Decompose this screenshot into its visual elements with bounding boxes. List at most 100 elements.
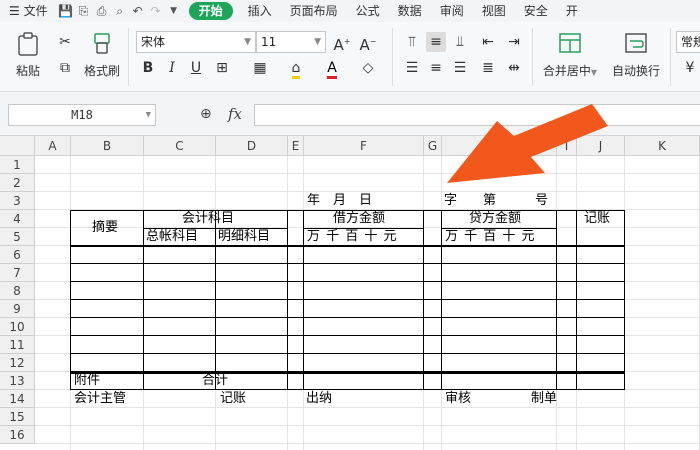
decrease-font-icon[interactable]: A−	[358, 32, 378, 54]
ribbon-toolbar: 粘贴 ✂ ⧉ 格式刷 宋体 ▼ 11 ▼ A+ A− B I U ⊞ ▦ ⌂ A ◇…	[0, 22, 700, 92]
export-icon[interactable]: ⎘	[75, 4, 93, 19]
row-header-5[interactable]: 5	[0, 228, 35, 246]
row-header-13[interactable]: 13	[0, 372, 35, 390]
voucher-attachments: 附件	[74, 373, 101, 388]
tab-formulas[interactable]: 公式	[347, 0, 389, 22]
row-header-7[interactable]: 7	[0, 264, 35, 282]
chevron-down-icon[interactable]: ▼	[165, 6, 183, 16]
chevron-down-icon: ▼	[590, 68, 598, 77]
row-header-8[interactable]: 8	[0, 282, 35, 300]
voucher-posting: 记账	[584, 211, 611, 226]
paste-button[interactable]: 粘贴	[10, 32, 46, 84]
table-border	[71, 353, 625, 354]
row-header-11[interactable]: 11	[0, 336, 35, 354]
tab-home[interactable]: 开始	[188, 2, 233, 20]
tab-insert[interactable]: 插入	[239, 0, 281, 22]
column-header-i[interactable]: I	[557, 136, 577, 156]
voucher-detail-account: 明细科目	[218, 229, 271, 244]
print-icon[interactable]: ⎙	[93, 4, 111, 19]
file-menu[interactable]: ☰ 文件	[0, 0, 57, 22]
increase-indent-icon[interactable]: ⇥	[504, 32, 524, 52]
tab-page-layout[interactable]: 页面布局	[281, 0, 347, 22]
voucher-total: 合计	[202, 373, 229, 388]
column-header-e[interactable]: E	[288, 136, 304, 156]
voucher-chief-accountant: 会计主管	[74, 391, 127, 406]
underline-icon[interactable]: U	[186, 58, 206, 78]
tab-overflow[interactable]: 开	[557, 0, 587, 22]
italic-icon[interactable]: I	[162, 58, 182, 78]
row-header-2[interactable]: 2	[0, 174, 35, 192]
align-left-icon[interactable]: ☰	[402, 58, 422, 78]
tab-security[interactable]: 安全	[515, 0, 557, 22]
save-icon[interactable]: 💾	[57, 4, 75, 18]
bold-icon[interactable]: B	[138, 58, 158, 78]
decrease-indent-icon[interactable]: ⇤	[478, 32, 498, 52]
redo-icon[interactable]: ↷	[147, 4, 165, 18]
table-border	[303, 210, 304, 390]
function-icon[interactable]: fx	[228, 105, 242, 123]
tab-view[interactable]: 视图	[473, 0, 515, 22]
font-name-select[interactable]: 宋体 ▼	[136, 31, 256, 53]
format-painter-button[interactable]: 格式刷	[82, 32, 122, 84]
table-border	[556, 210, 557, 390]
voucher-bookkeeper: 记账	[220, 391, 247, 406]
print-preview-icon[interactable]: ⌕	[111, 4, 129, 19]
column-header-f[interactable]: F	[304, 136, 424, 156]
row-header-6[interactable]: 6	[0, 246, 35, 264]
voucher-date-line: 年 月 日	[307, 193, 373, 208]
row-header-4[interactable]: 4	[0, 210, 35, 228]
table-border	[423, 210, 424, 390]
copy-icon[interactable]: ⧉	[55, 58, 75, 78]
formula-input[interactable]	[254, 104, 700, 126]
clipboard-icon	[18, 32, 38, 56]
select-all-corner[interactable]	[0, 136, 35, 156]
spreadsheet-grid[interactable]: A B C D E F G H I J K 1 2 3 4 5 6 7 8 9 10 11 12 13 14 15 16 年 月 日字…	[0, 136, 700, 450]
column-header-c[interactable]: C	[144, 136, 216, 156]
column-header-a[interactable]: A	[35, 136, 71, 156]
borders-icon[interactable]: ⊞	[212, 58, 232, 78]
undo-icon[interactable]: ↶	[129, 4, 147, 18]
number-format-select[interactable]: 常规	[676, 31, 700, 53]
column-header-j[interactable]: J	[577, 136, 625, 156]
tab-review[interactable]: 审阅	[431, 0, 473, 22]
merge-cells-icon	[559, 33, 581, 53]
row-header-3[interactable]: 3	[0, 192, 35, 210]
column-header-b[interactable]: B	[71, 136, 144, 156]
row-header-9[interactable]: 9	[0, 300, 35, 318]
cut-icon[interactable]: ✂	[55, 32, 75, 52]
increase-font-icon[interactable]: A+	[332, 32, 352, 54]
align-right-icon[interactable]: ☰	[450, 58, 470, 78]
align-middle-icon[interactable]: ≡	[426, 32, 446, 52]
column-header-g[interactable]: G	[424, 136, 442, 156]
column-header-h[interactable]: H	[442, 136, 557, 156]
column-header-k[interactable]: K	[625, 136, 700, 156]
row-header-16[interactable]: 16	[0, 426, 35, 444]
voucher-units-debit: 万 千 百 十 元	[307, 229, 398, 244]
align-top-icon[interactable]: ⫪	[402, 32, 422, 52]
fill-color-icon[interactable]: ⌂	[286, 58, 306, 79]
row-header-15[interactable]: 15	[0, 408, 35, 426]
paintbrush-icon	[94, 33, 110, 54]
row-header-14[interactable]: 14	[0, 390, 35, 408]
justify-icon[interactable]: ≣	[478, 58, 498, 78]
row-header-12[interactable]: 12	[0, 354, 35, 372]
voucher-reviewer: 审核	[445, 391, 472, 406]
table-border	[576, 210, 577, 390]
row-header-10[interactable]: 10	[0, 318, 35, 336]
column-header-d[interactable]: D	[216, 136, 288, 156]
font-color-icon[interactable]: A	[322, 58, 342, 79]
tab-data[interactable]: 数据	[389, 0, 431, 22]
clear-format-icon[interactable]: ◇	[358, 58, 378, 78]
distributed-icon[interactable]: ⇹	[504, 58, 524, 78]
align-center-icon[interactable]: ≡	[426, 58, 446, 78]
align-bottom-icon[interactable]: ⫫	[450, 32, 470, 52]
font-size-select[interactable]: 11 ▼	[256, 31, 326, 53]
fill-format-icon[interactable]: ▦	[250, 58, 270, 78]
name-box[interactable]: M18 ▼	[8, 104, 156, 126]
merge-center-button[interactable]: 合并居中▼	[538, 32, 602, 84]
wrap-text-button[interactable]: 自动换行	[608, 32, 664, 84]
row-header-1[interactable]: 1	[0, 156, 35, 174]
chevron-down-icon: ▼	[314, 37, 321, 47]
currency-icon[interactable]: ¥	[680, 58, 700, 78]
zoom-search-icon[interactable]: ⊕	[200, 106, 212, 122]
